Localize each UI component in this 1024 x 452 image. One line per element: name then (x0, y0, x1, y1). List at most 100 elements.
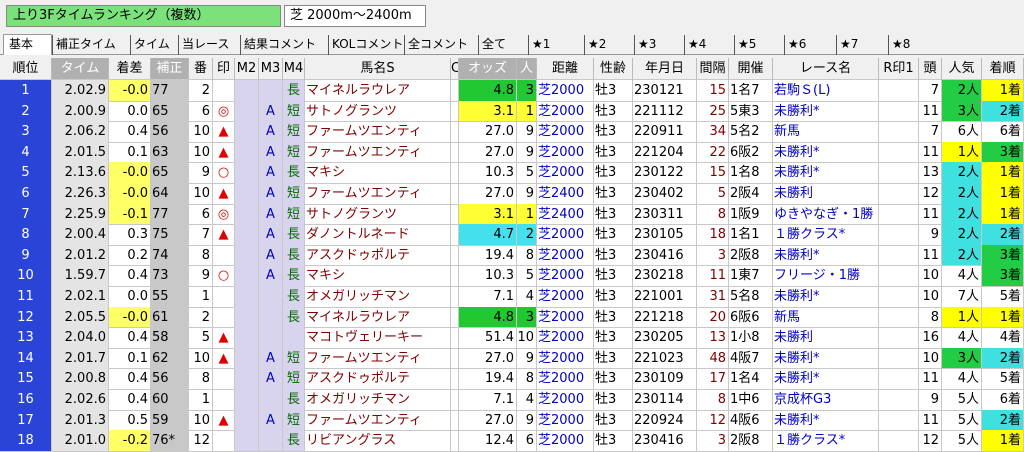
header-margin[interactable]: 着差 (109, 58, 151, 80)
table-row[interactable]: 3 2.06.2 0.4 56 10 ▲ A 短ファームツエンティ 27.0 9 芝2000 牡3 22… (0, 121, 1024, 143)
header-m4[interactable]: M4 (283, 58, 305, 80)
cell-sex: 牡3 (594, 306, 633, 329)
cell-name[interactable]: ファームツエンティ (305, 183, 451, 205)
cell-odds: 4.8 (459, 80, 517, 102)
tab-7[interactable]: 全コメント (404, 35, 478, 55)
header-c[interactable]: C (451, 58, 459, 80)
table-row[interactable]: 14 2.01.7 0.1 62 10 ▲ A 短ファームツエンティ 27.0 9 芝2000 牡3 2… (0, 347, 1024, 370)
header-time[interactable]: タイム (52, 58, 109, 80)
cell-m3: A (259, 162, 283, 184)
table-row[interactable]: 15 2.00.8 0.4 56 8 A 短アスクドゥポルテ 19.4 8 芝2000 牡3 2301… (0, 368, 1024, 390)
condition-field[interactable]: 芝 2000m〜2400m (284, 5, 426, 27)
table-row[interactable]: 2 2.00.9 0.0 65 6 ◎ A 短サトノグランツ 3.1 1 芝2000 牡3 221112… (0, 100, 1024, 123)
cell-race[interactable]: ゆきやなぎ・1勝 (773, 203, 879, 226)
header-sex[interactable]: 性齢 (594, 58, 633, 80)
table-row[interactable]: 8 2.00.4 0.3 75 7 ▲ A 長ダノントルネード 4.7 2 芝2000 牡3 23010… (0, 224, 1024, 246)
cell-name[interactable]: マコトヴェリーキー (305, 327, 451, 349)
cell-race[interactable]: 未勝利* (773, 162, 879, 184)
cell-name[interactable]: マイネルラウレア (305, 306, 451, 329)
table-row[interactable]: 17 2.01.3 0.5 59 10 ▲ A 短ファームツエンティ 27.0 9 芝2000 牡3 2… (0, 409, 1024, 432)
cell-name[interactable]: サトノグランツ (305, 203, 451, 226)
header-date[interactable]: 年月日 (633, 58, 697, 80)
tab-13[interactable]: ★5 (734, 35, 784, 55)
table-row[interactable]: 13 2.04.0 0.4 58 5 ▲ マコトヴェリーキー 51.4 10 芝2000 牡3 230… (0, 327, 1024, 349)
cell-time: 2.01.0 (52, 430, 109, 452)
cell-name[interactable]: ファームツエンティ (305, 347, 451, 370)
header-ban[interactable]: 番 (189, 58, 213, 80)
table-row[interactable]: 10 1.59.7 0.4 73 9 ○ A 長マキシ 10.3 5 芝2000 牡3 230218 11… (0, 265, 1024, 287)
header-rank[interactable]: 順位 (0, 58, 52, 80)
header-rmark[interactable]: R印1 (879, 58, 919, 80)
cell-race[interactable]: 新馬 (773, 121, 879, 143)
header-pop[interactable]: 人気 (942, 58, 982, 80)
cell-name[interactable]: ダノントルネード (305, 224, 451, 246)
cell-name[interactable]: ファームツエンティ (305, 121, 451, 143)
table-row[interactable]: 18 2.01.0 -0.2 76* 12 長リビアングラス 12.4 6 芝2000 牡3 230… (0, 430, 1024, 452)
cell-race[interactable]: 未勝利* (773, 347, 879, 370)
tab-10[interactable]: ★2 (584, 35, 634, 55)
table-row[interactable]: 5 2.13.6 -0.0 65 9 ○ A 長マキシ 10.3 5 芝2000 牡3 230122 15… (0, 162, 1024, 184)
table-row[interactable]: 16 2.02.6 0.4 60 1 長オメガリッチマン 7.1 4 芝2000 牡3 230114… (0, 389, 1024, 411)
cell-name[interactable]: リビアングラス (305, 430, 451, 452)
cell-name[interactable]: オメガリッチマン (305, 389, 451, 411)
cell-race[interactable]: 未勝利 (773, 183, 879, 205)
cell-name[interactable]: マキシ (305, 265, 451, 287)
header-interval[interactable]: 間隔 (697, 58, 729, 80)
tab-9[interactable]: ★1 (528, 35, 584, 55)
table-row[interactable]: 12 2.05.5 -0.0 61 2 長マイネルラウレア 4.8 3 芝2000 牡3 22121… (0, 306, 1024, 329)
cell-name[interactable]: アスクドゥポルテ (305, 368, 451, 390)
cell-ban: 10 (189, 409, 213, 432)
header-ninki[interactable]: 人 (517, 58, 537, 80)
tab-14[interactable]: ★6 (784, 35, 836, 55)
cell-race[interactable]: 若駒Ｓ(L) (773, 80, 879, 102)
header-m2[interactable]: M2 (235, 58, 259, 80)
cell-race[interactable]: 未勝利* (773, 100, 879, 123)
cell-race[interactable]: 未勝利* (773, 141, 879, 164)
header-mark[interactable]: 印 (213, 58, 235, 80)
table-row[interactable]: 6 2.26.3 -0.0 64 10 ▲ A 短ファームツエンティ 27.0 9 芝2400 牡3 2… (0, 183, 1024, 205)
cell-race[interactable]: 未勝利* (773, 244, 879, 267)
tab-5[interactable]: 結果コメント (240, 35, 328, 55)
cell-race[interactable]: 新馬 (773, 306, 879, 329)
tab-4[interactable]: 当レース (178, 35, 240, 55)
header-m3[interactable]: M3 (259, 58, 283, 80)
tab-6[interactable]: KOLコメント (328, 35, 404, 55)
cell-name[interactable]: オメガリッチマン (305, 286, 451, 308)
cell-race[interactable]: 未勝利 (773, 327, 879, 349)
cell-date: 221023 (633, 347, 697, 370)
table-row[interactable]: 11 2.02.1 0.0 55 1 長オメガリッチマン 7.1 4 芝2000 牡3 221001… (0, 286, 1024, 308)
header-dist[interactable]: 距離 (537, 58, 594, 80)
cell-name[interactable]: ファームツエンティ (305, 141, 451, 164)
cell-name[interactable]: マイネルラウレア (305, 80, 451, 102)
header-odds[interactable]: オッズ (459, 58, 517, 80)
header-venue[interactable]: 開催 (729, 58, 773, 80)
cell-name[interactable]: サトノグランツ (305, 100, 451, 123)
table-row[interactable]: 1 2.02.9 -0.0 77 2 長マイネルラウレア 4.8 3 芝2000 牡3 230121… (0, 80, 1024, 102)
tab-2[interactable]: 補正タイム (52, 35, 130, 55)
header-race[interactable]: レース名 (773, 58, 879, 80)
cell-race[interactable]: 未勝利* (773, 368, 879, 390)
cell-race[interactable]: １勝クラス* (773, 224, 879, 246)
cell-race[interactable]: 未勝利* (773, 409, 879, 432)
header-finish[interactable]: 着順 (982, 58, 1024, 80)
cell-name[interactable]: ファームツエンティ (305, 409, 451, 432)
cell-race[interactable]: １勝クラス* (773, 430, 879, 452)
tab-1[interactable]: 基本 (3, 34, 52, 55)
cell-race[interactable]: 未勝利* (773, 286, 879, 308)
tab-3[interactable]: タイム (130, 35, 178, 55)
header-name[interactable]: 馬名S (305, 58, 451, 80)
table-row[interactable]: 4 2.01.5 0.1 63 10 ▲ A 短ファームツエンティ 27.0 9 芝2000 牡3 22… (0, 141, 1024, 164)
table-row[interactable]: 7 2.25.9 -0.1 77 6 ◎ A 短サトノグランツ 3.1 1 芝2400 牡3 23031… (0, 203, 1024, 226)
header-hosei[interactable]: 補正 (151, 58, 189, 80)
header-heads[interactable]: 頭 (919, 58, 942, 80)
tab-8[interactable]: 全て (478, 35, 528, 55)
tab-15[interactable]: ★7 (836, 35, 888, 55)
tab-16[interactable]: ★8 (888, 35, 938, 55)
cell-name[interactable]: マキシ (305, 162, 451, 184)
tab-12[interactable]: ★4 (684, 35, 734, 55)
cell-name[interactable]: アスクドゥポルテ (305, 244, 451, 267)
table-row[interactable]: 9 2.01.2 0.2 74 8 A 長アスクドゥポルテ 19.4 8 芝2000 牡3 23041… (0, 244, 1024, 267)
cell-race[interactable]: 京成杯G3 (773, 389, 879, 411)
cell-race[interactable]: フリージ・1勝 (773, 265, 879, 287)
tab-11[interactable]: ★3 (634, 35, 684, 55)
